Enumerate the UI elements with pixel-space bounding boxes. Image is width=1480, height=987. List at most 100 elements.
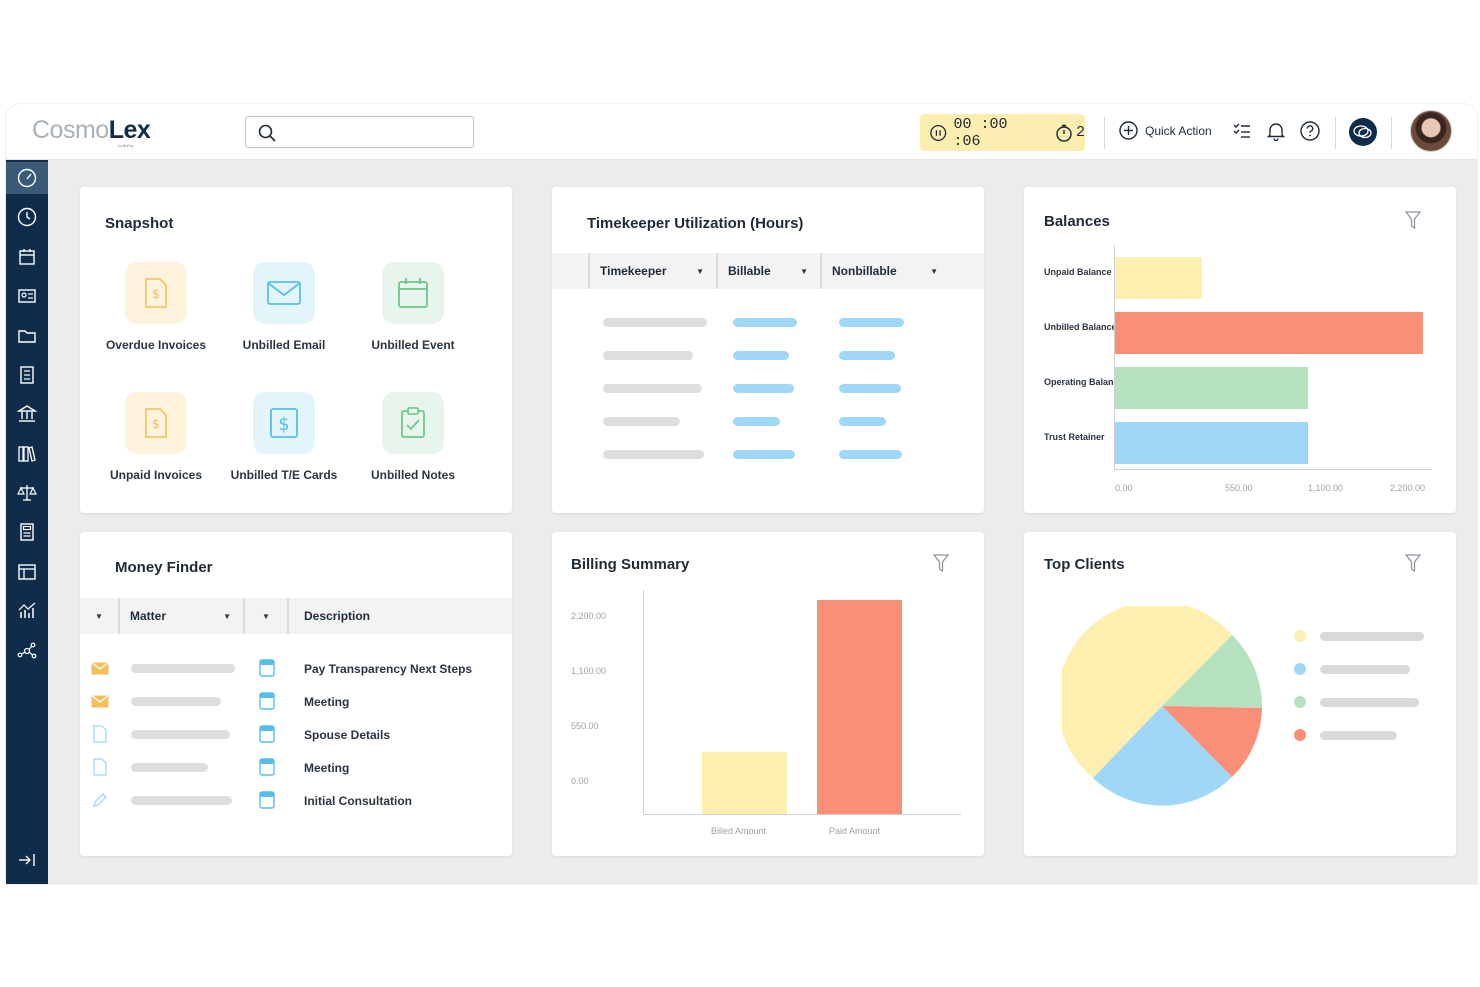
email-icon [91, 695, 109, 708]
tick-label: 0.00 [571, 776, 589, 786]
table-row[interactable]: Initial Consultation [80, 784, 512, 817]
top-clients-card: Top Clients [1024, 532, 1456, 856]
table-row[interactable]: Pay Transparency Next Steps [80, 652, 512, 685]
bar-billed-amount[interactable] [702, 752, 787, 814]
library-icon[interactable] [17, 444, 37, 464]
column-header-billable[interactable]: Billable ▼ [718, 253, 822, 289]
placeholder-bar [603, 384, 702, 393]
timer-count[interactable]: 2 [1055, 124, 1085, 142]
collapse-icon[interactable] [17, 850, 37, 870]
app-window: CosmoLex by AffiniPay 00 :00 :06 2 Quick… [6, 104, 1477, 884]
legend-label-placeholder [1320, 632, 1424, 641]
search-icon [258, 124, 276, 142]
search-input[interactable] [245, 116, 474, 148]
invoice-icon: $ [125, 262, 187, 324]
bar-unpaid-balance[interactable] [1115, 257, 1202, 299]
table-row[interactable]: Meeting [80, 685, 512, 718]
placeholder-bar [131, 697, 221, 706]
snapshot-unpaid-invoices[interactable]: $ Unpaid Invoices [91, 392, 221, 482]
filter-icon[interactable] [1405, 211, 1421, 229]
column-header-matter[interactable]: Matter ▼ [120, 598, 245, 634]
legend-label-placeholder [1320, 698, 1419, 707]
placeholder-bar [131, 763, 208, 772]
calendar-icon [259, 725, 275, 743]
column-header-description[interactable]: Description [289, 598, 512, 634]
bell-icon[interactable] [1267, 121, 1285, 141]
user-avatar[interactable] [1410, 110, 1452, 152]
analytics-icon[interactable] [17, 601, 37, 621]
column-header-nonbillable[interactable]: Nonbillable ▼ [822, 253, 950, 289]
placeholder-bar [839, 351, 895, 360]
bank-icon[interactable] [17, 404, 37, 424]
bar-unbilled-balance[interactable] [1115, 312, 1423, 354]
placeholder-bar [131, 796, 232, 805]
clock-icon[interactable] [17, 207, 37, 227]
chat-icon[interactable] [1349, 118, 1377, 146]
category-label: Paid Amount [829, 826, 881, 836]
sort-caret-icon: ▼ [262, 611, 270, 621]
pie-chart[interactable] [1062, 606, 1262, 806]
task-list-icon[interactable] [1232, 121, 1252, 141]
snapshot-unbilled-event[interactable]: Unbilled Event [348, 262, 478, 352]
snapshot-overdue-invoices[interactable]: $ Overdue Invoices [91, 262, 221, 352]
network-icon[interactable] [17, 641, 37, 661]
placeholder-bar [839, 318, 904, 327]
layout-icon[interactable] [17, 562, 37, 582]
table-row[interactable]: Spouse Details [80, 718, 512, 751]
placeholder-bar [839, 417, 886, 426]
money-finder-card: Money Finder ▼ Matter ▼ ▼ Description Pay… [80, 532, 512, 856]
card-title: Balances [1044, 213, 1110, 230]
category-label: Trust Retainer [1044, 432, 1105, 442]
calendar-icon [259, 791, 275, 809]
column-header-timekeeper[interactable]: Timekeeper ▼ [590, 253, 718, 289]
sort-caret-icon: ▼ [223, 611, 231, 621]
table-row[interactable]: Meeting [80, 751, 512, 784]
snapshot-unbilled-notes[interactable]: Unbilled Notes [348, 392, 478, 482]
dashboard-icon[interactable] [17, 168, 37, 188]
bar-operating-balance[interactable] [1115, 367, 1308, 409]
folder-icon[interactable] [17, 326, 37, 346]
x-axis [1114, 469, 1432, 470]
card-title: Timekeeper Utilization (Hours) [587, 215, 804, 232]
invoice-icon: $ [125, 392, 187, 454]
snapshot-unbilled-email[interactable]: Unbilled Email [219, 262, 349, 352]
quick-action-button[interactable]: Quick Action [1119, 121, 1212, 140]
sort-caret-icon: ▼ [930, 266, 938, 276]
sort-caret-icon: ▼ [800, 266, 808, 276]
calendar-icon [259, 692, 275, 710]
filter-icon[interactable] [933, 554, 949, 572]
column-header-type[interactable]: ▼ [80, 598, 120, 634]
balances-card: Balances Unpaid Balance Unbilled Balance… [1024, 187, 1456, 513]
timekeeper-card: Timekeeper Utilization (Hours) Timekeepe… [552, 187, 984, 513]
timer-widget[interactable]: 00 :00 :06 2 [920, 114, 1085, 151]
email-icon [253, 262, 315, 324]
billing-summary-card: Billing Summary 2,200.00 1,100.00 550.00… [552, 532, 984, 856]
contact-card-icon[interactable] [17, 286, 37, 306]
tick-label: 2,200.00 [571, 611, 607, 621]
pause-icon[interactable] [930, 124, 947, 142]
calendar-icon[interactable] [17, 247, 37, 267]
calendar-icon [259, 758, 275, 776]
scales-icon[interactable] [17, 483, 37, 503]
column-header-icon[interactable]: ▼ [245, 598, 289, 634]
snapshot-unbilled-te-cards[interactable]: $ Unbilled T/E Cards [219, 392, 349, 482]
tick-label: 2,200.00 [1390, 483, 1426, 493]
placeholder-bar [603, 351, 693, 360]
placeholder-bar [733, 351, 789, 360]
placeholder-bar [131, 730, 230, 739]
bar-trust-retainer[interactable] [1115, 422, 1308, 464]
legend-dot [1294, 729, 1306, 741]
legend-label-placeholder [1320, 665, 1410, 674]
document-icon[interactable] [17, 365, 37, 385]
tick-label: 1,100.00 [571, 666, 607, 676]
placeholder-bar [603, 318, 707, 327]
category-label: Unpaid Balance [1044, 267, 1112, 277]
filter-icon[interactable] [1405, 554, 1421, 572]
stopwatch-icon [1056, 124, 1072, 142]
help-icon[interactable] [1300, 121, 1320, 141]
cosmolex-logo[interactable]: CosmoLex by AffiniPay [32, 116, 151, 148]
calculator-icon[interactable] [17, 522, 37, 542]
legend-dot [1294, 630, 1306, 642]
bar-paid-amount[interactable] [817, 600, 902, 814]
calendar-icon [382, 262, 444, 324]
